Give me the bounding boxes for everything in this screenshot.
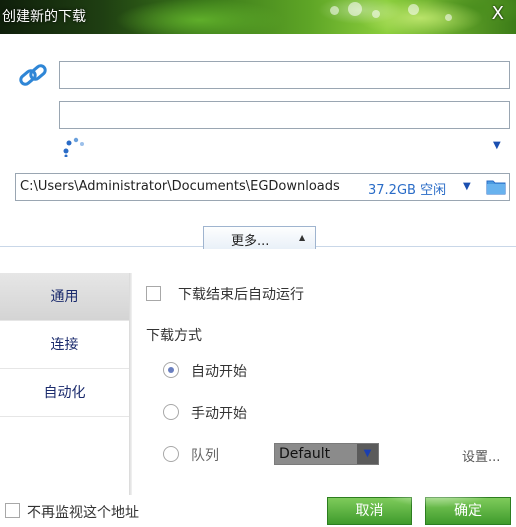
window-title: 创建新的下载 — [2, 9, 86, 25]
auto-run-checkbox[interactable] — [146, 286, 161, 301]
no-monitor-label: 不再监视这个地址 — [27, 505, 139, 521]
auto-start-radio[interactable] — [163, 362, 179, 378]
url-input[interactable] — [59, 61, 510, 89]
auto-run-label: 下载结束后自动运行 — [178, 287, 304, 303]
no-monitor-checkbox[interactable] — [5, 503, 20, 518]
tab-automation[interactable]: 自动化 — [0, 369, 129, 417]
options-tabs: 通用 连接 自动化 — [0, 273, 129, 417]
free-space-label: 37.2GB 空闲 — [368, 183, 447, 198]
name-dropdown-icon[interactable]: ▼ — [493, 140, 501, 151]
download-mode-title: 下载方式 — [146, 328, 202, 344]
dew-drop — [408, 4, 419, 15]
title-bar: 创建新的下载 X — [0, 0, 516, 34]
save-path-text[interactable]: C:\Users\Administrator\Documents\EGDownl… — [20, 179, 367, 194]
tab-connection[interactable]: 连接 — [0, 321, 129, 369]
auto-start-label: 自动开始 — [191, 364, 247, 380]
more-options-label: 更多... — [231, 234, 270, 249]
link-icon — [19, 64, 47, 86]
close-icon[interactable]: X — [492, 3, 504, 24]
dew-drop — [330, 6, 339, 15]
path-dropdown-icon[interactable]: ▼ — [463, 181, 471, 192]
dew-drop — [445, 14, 452, 21]
more-options-button[interactable]: 更多... ▲ — [203, 226, 316, 249]
collapse-up-icon: ▲ — [299, 233, 306, 242]
queue-select-value: Default — [279, 446, 331, 462]
save-path-field[interactable]: C:\Users\Administrator\Documents\EGDownl… — [15, 173, 510, 201]
tabs-separator — [129, 273, 132, 495]
loading-spinner-icon — [63, 137, 84, 157]
dew-drop — [372, 10, 380, 18]
dew-drop — [348, 2, 362, 16]
manual-start-radio[interactable] — [163, 404, 179, 420]
folder-icon[interactable] — [486, 178, 506, 195]
queue-select[interactable]: Default ▼ — [274, 443, 379, 465]
queue-label: 队列 — [191, 448, 219, 464]
tab-general[interactable]: 通用 — [0, 273, 129, 321]
file-name-input[interactable] — [59, 101, 510, 129]
watermark-overlay — [372, 458, 502, 508]
manual-start-label: 手动开始 — [191, 406, 247, 422]
queue-radio[interactable] — [163, 446, 179, 462]
